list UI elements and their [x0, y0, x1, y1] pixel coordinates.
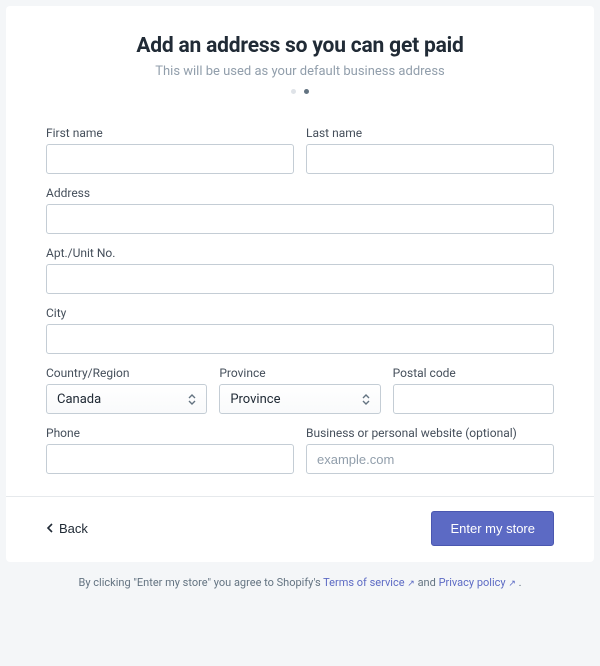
footer-period: .	[519, 576, 522, 589]
apt-label: Apt./Unit No.	[46, 246, 554, 260]
onboarding-card: Add an address so you can get paid This …	[6, 6, 594, 562]
province-label: Province	[219, 366, 380, 380]
page-title: Add an address so you can get paid	[46, 34, 554, 58]
chevron-updown-icon	[362, 394, 370, 405]
address-label: Address	[46, 186, 554, 200]
country-label: Country/Region	[46, 366, 207, 380]
phone-input[interactable]	[46, 444, 294, 474]
chevron-left-icon	[46, 521, 53, 536]
external-link-icon: ↗	[407, 579, 415, 589]
chevron-updown-icon	[188, 394, 196, 405]
external-link-icon: ↗	[508, 579, 516, 589]
first-name-input[interactable]	[46, 144, 294, 174]
terms-link[interactable]: Terms of service ↗	[323, 576, 415, 589]
legal-footer: By clicking "Enter my store" you agree t…	[0, 576, 600, 589]
apt-input[interactable]	[46, 264, 554, 294]
last-name-input[interactable]	[306, 144, 554, 174]
step-dot-2	[304, 89, 309, 94]
page-subtitle: This will be used as your default busine…	[46, 64, 554, 79]
city-input[interactable]	[46, 324, 554, 354]
website-input[interactable]	[306, 444, 554, 474]
country-select[interactable]: Canada	[46, 384, 207, 414]
first-name-label: First name	[46, 126, 294, 140]
privacy-link[interactable]: Privacy policy ↗	[439, 576, 516, 589]
website-label: Business or personal website (optional)	[306, 426, 554, 440]
postal-code-input[interactable]	[393, 384, 554, 414]
last-name-label: Last name	[306, 126, 554, 140]
footer-and: and	[418, 576, 439, 589]
address-input[interactable]	[46, 204, 554, 234]
province-value: Province	[230, 392, 280, 407]
phone-label: Phone	[46, 426, 294, 440]
back-button[interactable]: Back	[46, 521, 88, 536]
city-label: City	[46, 306, 554, 320]
back-button-label: Back	[59, 521, 88, 536]
country-value: Canada	[57, 392, 101, 407]
address-form: First name Last name Address Apt./Unit N…	[46, 126, 554, 486]
enter-store-button[interactable]: Enter my store	[431, 511, 554, 546]
province-select[interactable]: Province	[219, 384, 380, 414]
step-indicator	[46, 89, 554, 94]
actions-bar: Back Enter my store	[46, 497, 554, 546]
postal-code-label: Postal code	[393, 366, 554, 380]
footer-prefix: By clicking "Enter my store" you agree t…	[78, 576, 323, 589]
step-dot-1	[291, 89, 296, 94]
